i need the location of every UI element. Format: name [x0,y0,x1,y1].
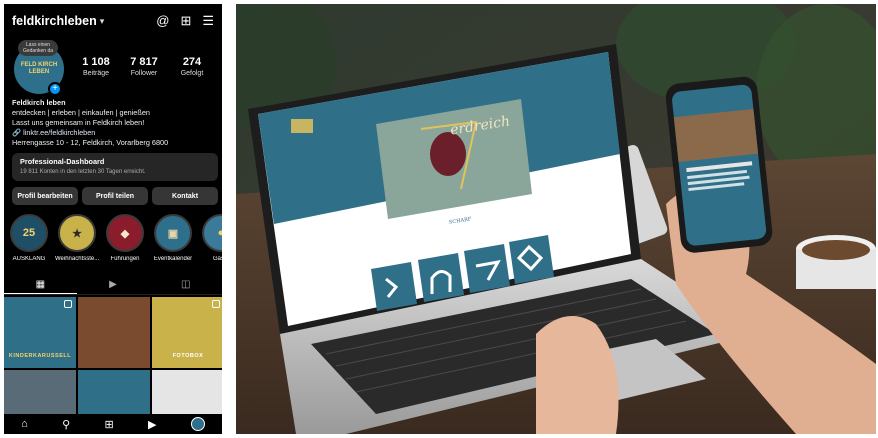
laptop-mockup-photo: erdreich SCHARF [236,4,876,434]
stat-label: Gefolgt [180,70,204,77]
highlight-cover: 25 [10,214,48,252]
reels-icon[interactable]: ▶ [148,418,156,431]
highlight-cover: ▣ [154,214,192,252]
post-caption: FOTOBOX [172,353,204,359]
bio-address[interactable]: Herrengasse 10 - 12, Feldkirch, Vorarlbe… [12,138,217,148]
home-icon[interactable]: ⌂ [21,418,28,430]
post-tile[interactable] [78,297,150,368]
bio-line: Lasst uns gemeinsam in Feldkirch leben! [12,118,145,127]
display-name: Feldkirch leben [12,98,66,107]
stat-value: 7 817 [130,56,158,68]
profile-tabs: ▦ ▶ ◫ [4,275,222,295]
highlight-cover: ◆ [106,214,144,252]
profile-header: feldkirchleben ▾ @ ⊞ ☰ [12,12,214,30]
bio-link[interactable]: 🔗 linktr.ee/feldkirchleben [12,128,217,138]
stat-value: 1 108 [82,56,110,68]
search-icon[interactable]: ⚲ [62,418,70,431]
grid-tab-icon[interactable]: ▦ [4,275,77,294]
add-icon[interactable]: ⊞ [180,13,191,29]
dashboard-subtitle: 19 811 Konten in den letzten 30 Tagen er… [20,169,146,175]
stat-followers[interactable]: 7 817 Follower [122,56,166,77]
story-highlights: 25 AUSKLANG ★ Weihnachtsste... ◆ Führungen ▣ Ev… [8,214,222,262]
highlight-label: Weihnachtsste... [55,256,99,262]
multi-post-icon [64,300,72,308]
scene-illustration [236,4,876,434]
profile-buttons: Profil bearbeiten Profil teilen Kontakt [12,187,218,205]
stat-posts[interactable]: 1 108 Beiträge [74,56,118,77]
chevron-down-icon[interactable]: ▾ [100,16,105,27]
bio-line: entdecken | erleben | einkaufen | genieß… [12,108,150,117]
multi-post-icon [212,300,220,308]
profile-stats: 1 108 Beiträge 7 817 Follower 274 Gefolg… [74,56,214,77]
highlight-item[interactable]: ◆ Führungen [104,214,146,262]
stat-label: Follower [130,70,158,77]
highlight-label: AUSKLANG [12,256,46,262]
threads-icon[interactable]: @ [156,13,169,29]
contact-button[interactable]: Kontakt [152,187,218,205]
post-tile[interactable]: KINDERKARUSSELL [4,297,76,368]
share-profile-button[interactable]: Profil teilen [82,187,148,205]
brand-logo: FELD KIRCH LEBEN [20,62,58,75]
link-icon: 🔗 [12,128,22,137]
edit-profile-button[interactable]: Profil bearbeiten [12,187,78,205]
link-text[interactable]: linktr.ee/feldkirchleben [23,128,95,137]
highlight-item[interactable]: ★ Weihnachtsste... [55,214,99,262]
post-caption: KINDERKARUSSELL [8,353,72,359]
stat-value: 274 [182,56,202,68]
highlight-cover: ● [202,214,222,252]
professional-dashboard[interactable]: Professional-Dashboard 19 811 Konten in … [12,153,218,181]
highlight-label: Gäste [212,256,222,262]
dashboard-title: Professional-Dashboard [20,157,105,166]
profile-nav-avatar[interactable] [190,417,205,431]
bottom-navigation: ⌂ ⚲ ⊞ ▶ [4,414,222,434]
note-bubble[interactable]: Lass einen Gedanken da [18,40,58,56]
create-icon[interactable]: ⊞ [105,418,114,431]
post-tile[interactable]: FOTOBOX [152,297,222,368]
highlight-label: Führungen [110,256,140,262]
header-actions: @ ⊞ ☰ [156,13,214,29]
highlight-item[interactable]: ● Gäste [200,214,222,262]
highlight-cover: ★ [58,214,96,252]
profile-bio: Feldkirch leben entdecken | erleben | ei… [12,98,217,148]
highlight-label: Eventkalender [153,256,193,262]
instagram-profile-screen: feldkirchleben ▾ @ ⊞ ☰ FELD KIRCH LEBEN … [4,4,222,434]
menu-icon[interactable]: ☰ [202,13,214,29]
tagged-tab-icon[interactable]: ◫ [149,275,222,294]
stat-following[interactable]: 274 Gefolgt [170,56,214,77]
post-grid: KINDERKARUSSELLFOTOBOX12. DE [4,297,222,434]
reels-tab-icon[interactable]: ▶ [77,275,150,294]
highlight-item[interactable]: 25 AUSKLANG [8,214,50,262]
username[interactable]: feldkirchleben [12,14,97,28]
highlight-item[interactable]: ▣ Eventkalender [152,214,194,262]
add-story-icon[interactable]: + [48,82,62,96]
stat-label: Beiträge [82,70,110,77]
